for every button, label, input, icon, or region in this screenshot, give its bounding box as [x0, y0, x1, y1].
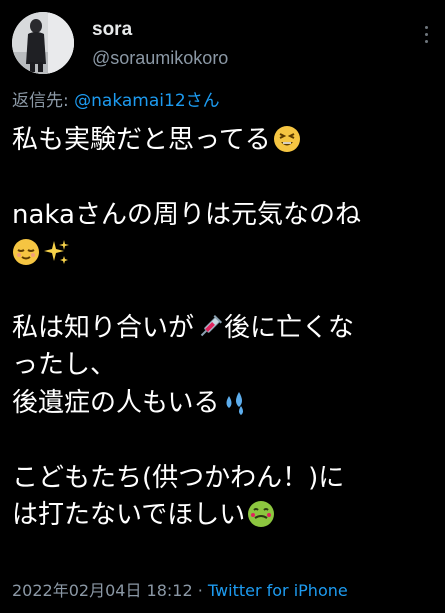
tweet-line-text: 後遺症の人もいる	[12, 387, 220, 418]
tweet-line-text: こどもたち(供つかわん！)に	[12, 462, 345, 493]
tweet-footer: 2022年02月04日 18:12 · Twitter for iPhone	[12, 580, 348, 602]
tweet-line: 私は知り合いが 後に亡くな	[12, 310, 437, 348]
reply-mention-link[interactable]: @nakamai12さん	[74, 91, 220, 111]
relieved-face-emoji	[13, 238, 39, 265]
sweat-droplets-emoji	[226, 391, 244, 415]
tweet-line-text: 私も実験だと思ってる	[12, 125, 271, 155]
avatar[interactable]	[12, 12, 74, 74]
syringe-emoji	[200, 314, 223, 336]
tweet-line-text: 私は知り合いが	[12, 312, 195, 343]
grinning-squint-emoji	[273, 126, 300, 152]
tweet-text: 私も実験だと思ってる nakaさんの周りは元気なのね 私は知り合いが 後に亡くな …	[12, 122, 437, 535]
tweet-line-text: は打たないでほしい	[12, 500, 246, 530]
source-link[interactable]: Twitter for iPhone	[208, 581, 348, 600]
separator-dot: ·	[192, 581, 208, 600]
user-handle[interactable]: @soraumikokoro	[92, 46, 228, 70]
tweet-line-text: 後に亡くな	[224, 312, 355, 343]
more-vertical-icon[interactable]	[422, 26, 430, 48]
tweet-line: nakaさんの周りは元気なのね	[12, 197, 437, 235]
tweet-line: 後遺症の人もいる	[12, 385, 437, 423]
display-name[interactable]: sora	[92, 18, 228, 42]
tweet-header: sora @soraumikokoro	[12, 12, 432, 74]
tweet: sora @soraumikokoro 返信先: @nakamai12さん 私も…	[0, 0, 445, 613]
author-names: sora @soraumikokoro	[92, 18, 228, 70]
tweet-line-text: ったし、	[12, 350, 117, 380]
tweet-line: 私も実験だと思ってる	[12, 122, 437, 160]
reply-to-line: 返信先: @nakamai12さん	[12, 90, 220, 112]
tweet-line-text: nakaさんの周りは元気なのね	[12, 200, 361, 230]
timestamp[interactable]: 2022年02月04日 18:12	[12, 581, 193, 600]
tweet-line: ったし、	[12, 347, 437, 385]
sparkles-emoji	[44, 239, 69, 264]
reply-prefix: 返信先:	[12, 91, 75, 111]
tweet-line: こどもたち(供つかわん！)に	[12, 460, 437, 498]
nauseated-face-emoji	[248, 501, 275, 527]
tweet-line: は打たないでほしい	[12, 497, 437, 535]
tweet-line	[12, 235, 437, 273]
